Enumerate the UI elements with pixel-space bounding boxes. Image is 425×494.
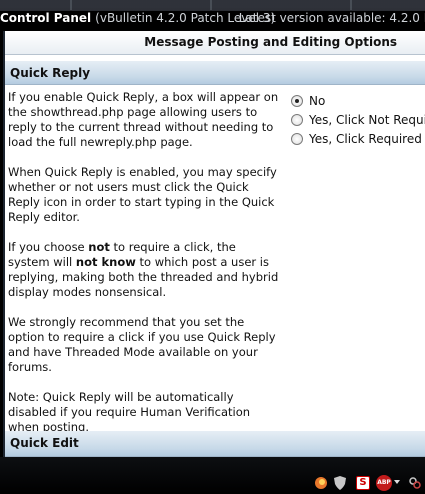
control-panel-title: Control Panel (vBulletin 4.2.0 Patch Leve… xyxy=(0,11,275,25)
header-tabs-strip xyxy=(0,0,425,10)
description-paragraph: We strongly recommend that you set the o… xyxy=(8,315,276,374)
firefox-icon[interactable] xyxy=(314,476,328,490)
radio-label[interactable]: Yes, Click Not Requir xyxy=(309,113,425,127)
description-paragraph: If you choose not to require a click, th… xyxy=(8,240,279,299)
options-panel: Message Posting and Editing Options Quic… xyxy=(3,31,425,457)
radio-label[interactable]: Yes, Click Required xyxy=(309,132,422,146)
emphasis-text: not xyxy=(88,240,110,254)
setting-description: If you enable Quick Reply, a box will ap… xyxy=(8,90,280,450)
radio-option-no[interactable]: No xyxy=(291,91,425,110)
taskbar: S ABP xyxy=(0,457,425,494)
latest-version-label: Latest version available: 4.2.0 P xyxy=(238,11,425,25)
emphasis-text: not know xyxy=(75,255,136,269)
section-title-quick-reply: Quick Reply xyxy=(5,61,425,85)
radio-button[interactable] xyxy=(291,132,303,145)
adblock-icon[interactable]: ABP xyxy=(376,475,392,491)
setting-row-quick-reply: If you enable Quick Reply, a box will ap… xyxy=(5,85,425,459)
radio-option-click-required[interactable]: Yes, Click Required xyxy=(291,129,425,148)
s-extension-icon[interactable]: S xyxy=(356,476,370,490)
radio-button[interactable] xyxy=(291,113,303,126)
description-paragraph: When Quick Reply is enabled, you may spe… xyxy=(8,165,277,224)
chevron-down-icon[interactable] xyxy=(394,480,400,484)
radio-button-selected[interactable] xyxy=(291,94,303,107)
radio-label[interactable]: No xyxy=(309,94,325,108)
section-title-quick-edit: Quick Edit xyxy=(5,431,425,457)
admin-header: Control Panel (vBulletin 4.2.0 Patch Leve… xyxy=(0,0,425,31)
shield-icon[interactable] xyxy=(334,476,346,490)
quick-reply-radio-group: No Yes, Click Not Requir Yes, Click Requ… xyxy=(291,91,425,148)
description-paragraph: If you enable Quick Reply, a box will ap… xyxy=(8,90,279,149)
description-paragraph: Note: Quick Reply will be automatically … xyxy=(8,390,251,434)
app-title: Control Panel xyxy=(0,11,92,25)
radio-option-click-not-required[interactable]: Yes, Click Not Requir xyxy=(291,110,425,129)
paperclip-icon[interactable] xyxy=(408,476,422,490)
options-group-title: Message Posting and Editing Options xyxy=(5,31,425,55)
